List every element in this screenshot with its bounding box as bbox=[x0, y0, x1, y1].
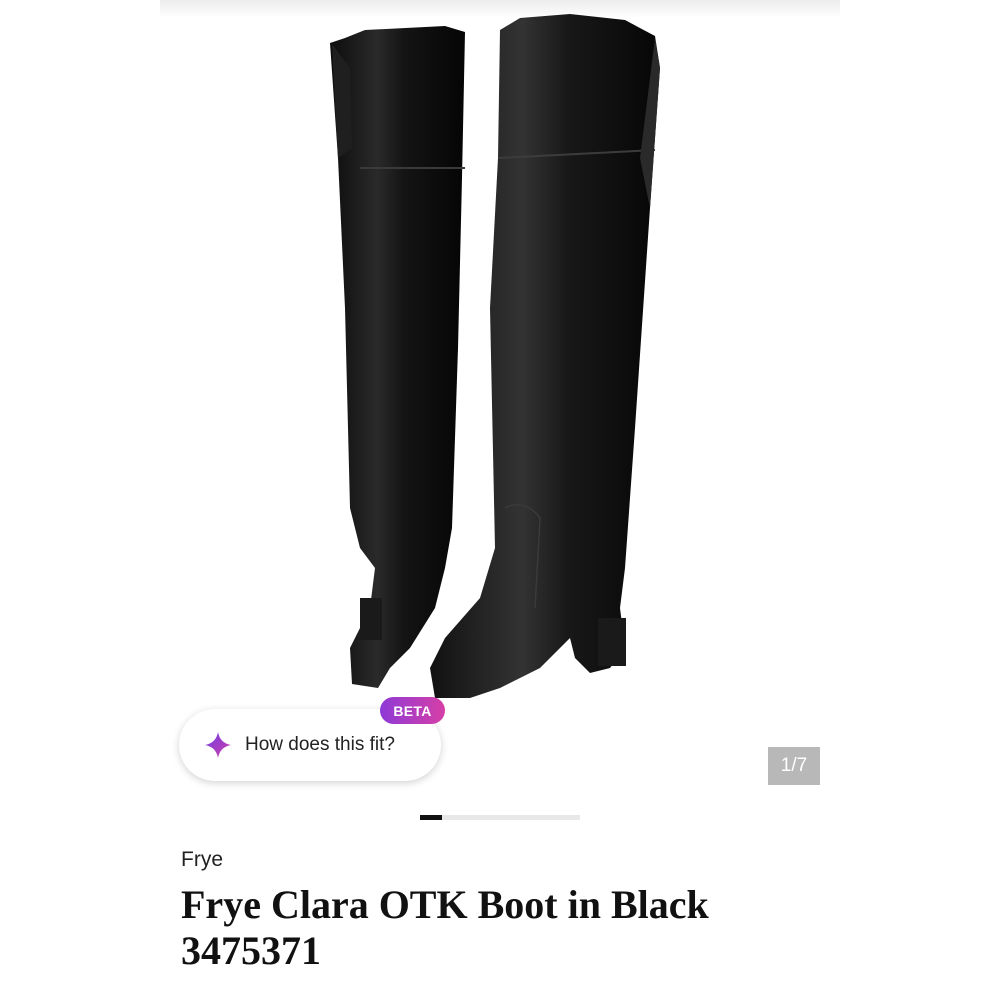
gallery-progress-fill bbox=[420, 815, 443, 820]
beta-badge: BETA bbox=[380, 697, 445, 724]
product-page: How does this fit? BETA 1/7 Frye Frye Cl… bbox=[0, 0, 1000, 1000]
image-counter: 1/7 bbox=[768, 747, 820, 785]
gallery-progress-bar bbox=[420, 815, 580, 820]
product-title: Frye Clara OTK Boot in Black 3475371 bbox=[181, 882, 801, 974]
product-image-carousel[interactable] bbox=[160, 0, 840, 800]
sparkle-icon bbox=[205, 732, 231, 758]
product-brand[interactable]: Frye bbox=[181, 848, 223, 872]
product-title-line1: Frye Clara OTK Boot in Black bbox=[181, 882, 709, 927]
product-title-line2: 3475371 bbox=[181, 928, 321, 973]
product-image-boots bbox=[330, 14, 660, 698]
fit-prompt-label: How does this fit? bbox=[245, 734, 395, 755]
